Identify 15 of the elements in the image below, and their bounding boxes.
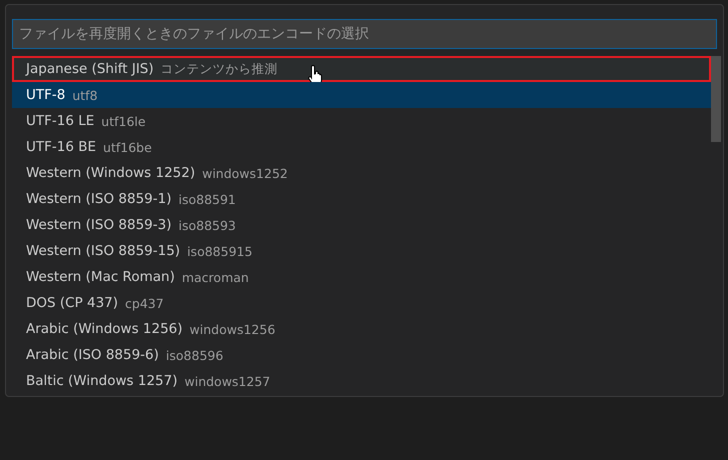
scrollbar-thumb[interactable] xyxy=(711,56,721,142)
encoding-option[interactable]: Arabic (ISO 8859-6) iso88596 xyxy=(12,342,711,368)
encoding-option[interactable]: UTF-16 BE utf16be xyxy=(12,134,711,160)
encoding-option[interactable]: Western (Mac Roman) macroman xyxy=(12,264,711,290)
encoding-option[interactable]: DOS (CP 437) cp437 xyxy=(12,290,711,316)
encoding-option[interactable]: Western (ISO 8859-1) iso88591 xyxy=(12,186,711,212)
encoding-search-field[interactable]: ファイルを再度開くときのファイルのエンコードの選択 xyxy=(12,19,717,49)
encoding-option[interactable]: Western (ISO 8859-3) iso88593 xyxy=(12,212,711,238)
encoding-option[interactable]: UTF-16 LE utf16le xyxy=(12,108,711,134)
encoding-option[interactable]: Baltic (Windows 1257) windows1257 xyxy=(12,368,711,394)
encoding-option[interactable]: Japanese (Shift JIS) コンテンツから推測 xyxy=(12,56,711,82)
encoding-option[interactable]: UTF-8 utf8 xyxy=(12,82,711,108)
encoding-option[interactable]: Western (Windows 1252) windows1252 xyxy=(12,160,711,186)
encoding-option[interactable]: Western (ISO 8859-15) iso885915 xyxy=(12,238,711,264)
encoding-option[interactable]: Arabic (Windows 1256) windows1256 xyxy=(12,316,711,342)
